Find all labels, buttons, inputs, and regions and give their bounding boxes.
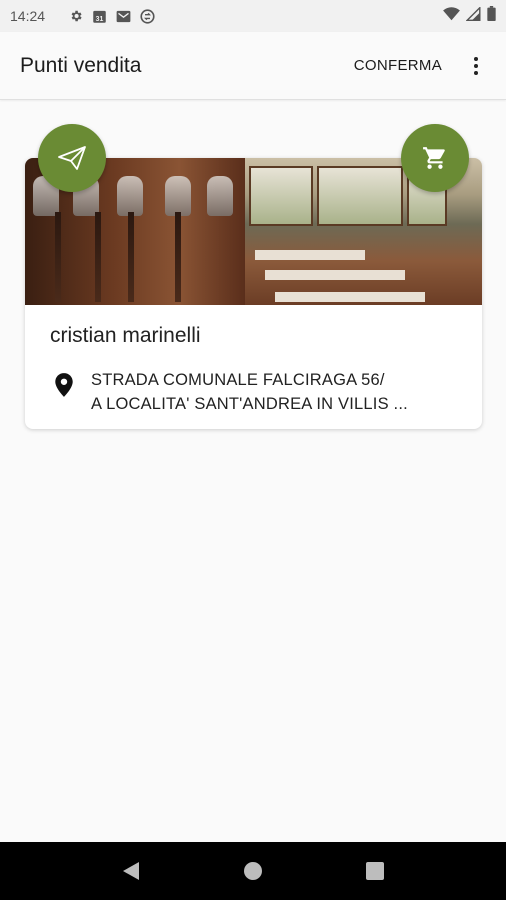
confirm-button[interactable]: CONFERMA	[354, 57, 442, 74]
send-button[interactable]	[38, 124, 106, 192]
store-name: cristian marinelli	[50, 324, 201, 347]
address-line-2: A LOCALITA' SANT'ANDREA IN VILLIS ...	[91, 395, 408, 413]
store-address: STRADA COMUNALE FALCIRAGA 56/ A LOCALITA…	[53, 368, 471, 416]
address-line-1: STRADA COMUNALE FALCIRAGA 56/	[91, 371, 385, 389]
location-pin-icon	[55, 373, 73, 397]
home-icon[interactable]	[238, 856, 268, 886]
cart-button[interactable]	[401, 124, 469, 192]
system-nav-bar	[0, 842, 506, 900]
gmail-icon	[116, 9, 131, 24]
back-icon[interactable]	[116, 856, 146, 886]
wifi-icon	[443, 6, 460, 26]
calendar-icon: 31	[92, 9, 107, 24]
status-system-icons	[443, 5, 496, 26]
app-bar: Punti vendita CONFERMA	[0, 32, 506, 100]
status-notification-icons: 31	[68, 8, 155, 24]
sync-icon	[140, 8, 155, 24]
battery-icon	[487, 6, 496, 26]
more-vert-icon[interactable]	[466, 51, 486, 81]
recents-icon[interactable]	[360, 856, 390, 886]
send-icon	[58, 146, 86, 170]
cart-icon	[423, 147, 445, 169]
status-time: 14:24	[10, 8, 46, 24]
signal-icon	[465, 5, 481, 26]
store-card[interactable]: cristian marinelli STRADA COMUNALE FALCI…	[25, 158, 482, 429]
calendar-day: 31	[96, 15, 104, 22]
gear-icon	[68, 9, 83, 24]
page-title: Punti vendita	[20, 53, 142, 77]
status-bar: 14:24 31	[0, 0, 506, 32]
